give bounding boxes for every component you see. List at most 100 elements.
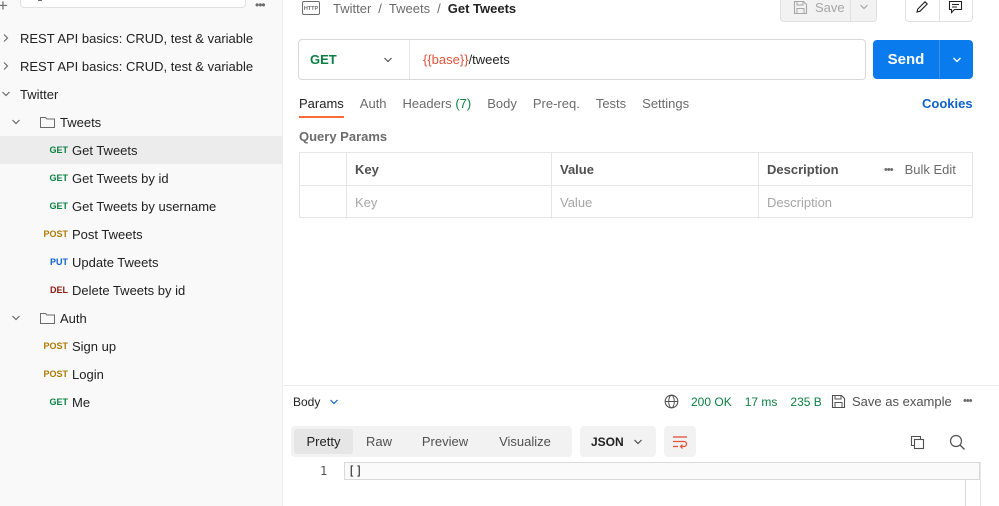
- comment-icon: [949, 0, 963, 14]
- request-item-get-tweets[interactable]: GET Get Tweets: [0, 136, 283, 164]
- sidebar: + ••• REST API basics: CRUD, test & vari…: [0, 0, 283, 506]
- chevron-down-icon[interactable]: [11, 117, 21, 127]
- collection-label: REST API basics: CRUD, test & variable: [20, 30, 254, 46]
- folder-auth[interactable]: Auth: [0, 304, 283, 332]
- collection-rest-api-2[interactable]: REST API basics: CRUD, test & variable: [0, 52, 283, 80]
- column-description: Description: [758, 153, 874, 185]
- method-badge: GET: [49, 145, 68, 155]
- sidebar-toolbar: + •••: [0, 0, 283, 16]
- save-label: Save: [815, 0, 845, 15]
- collection-label: REST API basics: CRUD, test & variable: [20, 58, 254, 74]
- url-path: /tweets: [468, 52, 510, 67]
- response-code-editor[interactable]: 1 []: [284, 462, 999, 506]
- tab-pretty[interactable]: Pretty: [294, 429, 353, 454]
- folder-tweets[interactable]: Tweets: [0, 108, 283, 136]
- send-main[interactable]: Send: [873, 40, 940, 79]
- request-item-get-tweets-by-username[interactable]: GET Get Tweets by username: [0, 192, 283, 220]
- sidebar-search-input[interactable]: [20, 0, 246, 8]
- more-options-icon[interactable]: •••: [884, 164, 894, 176]
- comments-button[interactable]: [938, 0, 973, 21]
- send-options-button[interactable]: [940, 40, 973, 79]
- tab-body[interactable]: Body: [487, 96, 517, 118]
- request-label: Me: [72, 394, 91, 410]
- tab-tests[interactable]: Tests: [596, 96, 626, 118]
- code-line[interactable]: []: [344, 462, 980, 480]
- breadcrumb-current[interactable]: Get Tweets: [448, 1, 516, 16]
- save-options-button[interactable]: [851, 2, 876, 12]
- search-icon[interactable]: [949, 434, 966, 451]
- request-label: Get Tweets: [72, 142, 138, 158]
- response-time[interactable]: 17 ms: [745, 395, 778, 409]
- response-bar: Body 200 OK 17 ms 235 B Save as example …: [293, 394, 993, 412]
- folder-label: Auth: [60, 310, 87, 326]
- save-icon: [793, 0, 808, 14]
- breadcrumb-collection[interactable]: Twitter: [333, 1, 371, 16]
- value-input[interactable]: Value: [551, 186, 758, 219]
- response-body-select[interactable]: Body: [293, 395, 339, 409]
- request-item-me[interactable]: GET Me: [0, 388, 283, 416]
- chevron-down-icon: [384, 57, 392, 63]
- chevron-right-icon[interactable]: [1, 33, 11, 43]
- request-item-delete-tweets-by-id[interactable]: DEL Delete Tweets by id: [0, 276, 283, 304]
- request-label: Get Tweets by id: [72, 170, 169, 186]
- response-body-label: Body: [293, 395, 321, 409]
- url-input[interactable]: {{base}}/tweets: [410, 52, 510, 67]
- chevron-right-icon[interactable]: [1, 61, 11, 71]
- status-badge[interactable]: 200 OK: [691, 395, 732, 409]
- response-size[interactable]: 235 B: [790, 395, 821, 409]
- edit-button[interactable]: [906, 0, 939, 21]
- request-label: Sign up: [72, 338, 117, 354]
- tab-params[interactable]: Params: [299, 96, 344, 118]
- bulk-edit-button[interactable]: Bulk Edit: [905, 162, 956, 177]
- row-checkbox-cell: [300, 186, 346, 219]
- filter-icon[interactable]: [34, 0, 46, 3]
- key-input[interactable]: Key: [346, 186, 551, 219]
- request-item-get-tweets-by-id[interactable]: GET Get Tweets by id: [0, 164, 283, 192]
- collection-rest-api-1[interactable]: REST API basics: CRUD, test & variable: [0, 24, 283, 52]
- globe-icon[interactable]: [664, 394, 679, 409]
- table-header-row: Key Value Description ••• Bulk Edit: [300, 153, 972, 186]
- folder-icon: [40, 313, 55, 324]
- save-main[interactable]: Save: [781, 0, 851, 21]
- request-item-login[interactable]: POST Login: [0, 360, 283, 388]
- more-options-icon[interactable]: •••: [255, 0, 266, 12]
- tab-prereq[interactable]: Pre-req.: [533, 96, 580, 118]
- breadcrumb-separator: /: [437, 0, 441, 16]
- chevron-down-icon[interactable]: [1, 89, 11, 99]
- save-button[interactable]: Save: [780, 0, 877, 22]
- method-badge: GET: [49, 201, 68, 211]
- wrap-lines-button[interactable]: [664, 426, 696, 457]
- request-label: Delete Tweets by id: [72, 282, 186, 298]
- tab-raw[interactable]: Raw: [353, 429, 405, 454]
- editor-gutter-right: [980, 462, 995, 506]
- request-item-post-tweets[interactable]: POST Post Tweets: [0, 220, 283, 248]
- collection-twitter[interactable]: Twitter: [0, 80, 283, 108]
- plus-icon[interactable]: +: [0, 0, 8, 14]
- save-icon: [831, 394, 846, 409]
- tab-visualize[interactable]: Visualize: [485, 429, 565, 454]
- save-as-example-button[interactable]: Save as example: [831, 394, 952, 409]
- response-divider[interactable]: [284, 385, 999, 386]
- url-variable: {{base}}: [423, 52, 469, 67]
- table-row: Key Value Description: [300, 186, 972, 219]
- tab-auth[interactable]: Auth: [360, 96, 387, 118]
- folder-label: Tweets: [60, 114, 102, 130]
- method-badge: DEL: [50, 285, 68, 295]
- vertical-scrollbar[interactable]: [965, 480, 980, 506]
- request-item-update-tweets[interactable]: PUT Update Tweets: [0, 248, 283, 276]
- tab-settings[interactable]: Settings: [642, 96, 689, 118]
- tab-headers[interactable]: Headers (7): [403, 96, 472, 118]
- format-select[interactable]: JSON: [580, 426, 656, 457]
- method-badge: GET: [49, 397, 68, 407]
- tab-preview[interactable]: Preview: [405, 429, 485, 454]
- chevron-down-icon[interactable]: [11, 313, 21, 323]
- breadcrumb-folder[interactable]: Tweets: [389, 1, 430, 16]
- more-options-icon[interactable]: •••: [963, 395, 973, 407]
- request-item-sign-up[interactable]: POST Sign up: [0, 332, 283, 360]
- copy-icon[interactable]: [910, 435, 925, 450]
- format-value: JSON: [591, 434, 624, 449]
- description-input[interactable]: Description: [758, 186, 972, 219]
- send-button[interactable]: Send: [873, 40, 973, 79]
- cookies-link[interactable]: Cookies: [922, 96, 973, 111]
- method-select[interactable]: GET: [299, 40, 410, 79]
